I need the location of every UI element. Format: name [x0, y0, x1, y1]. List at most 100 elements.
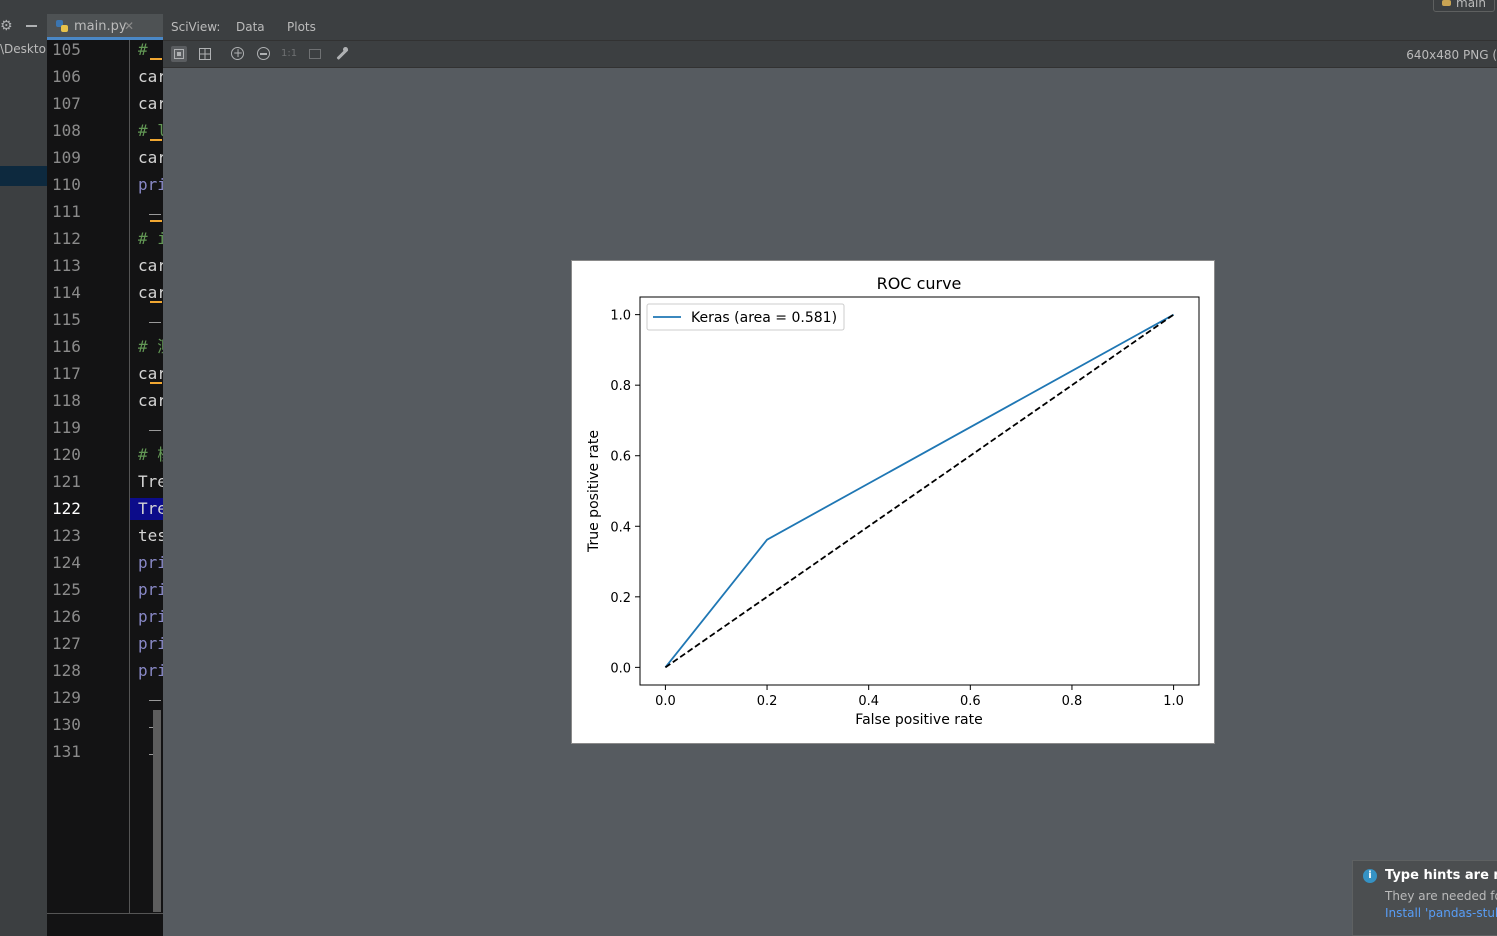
- python-file-icon: [56, 20, 68, 32]
- project-selected-row[interactable]: [0, 166, 47, 186]
- indent-guide: [149, 214, 161, 215]
- sciview-header: SciView: Data Plots: [163, 14, 1497, 40]
- plot-image[interactable]: 0.0 0.2 0.4 0.6 0.8 1.0 0.0 0.2 0.4 0.6 0.8 1.0 ROC…: [571, 260, 1215, 744]
- line-number: 118: [52, 391, 81, 410]
- code-line[interactable]: car: [138, 148, 163, 168]
- line-number: 106: [52, 67, 81, 86]
- line-number: 127: [52, 634, 81, 653]
- change-marker: [150, 220, 162, 222]
- code-line[interactable]: pri: [138, 175, 163, 195]
- top-bar: main: [0, 0, 1497, 15]
- sciview-title: SciView:: [171, 20, 221, 34]
- x-tick-label: 0.2: [757, 694, 778, 709]
- y-tick-label: 0.6: [610, 450, 631, 465]
- code-line[interactable]: car: [138, 256, 163, 276]
- line-number: 117: [52, 364, 81, 383]
- code-line[interactable]: pri: [138, 580, 163, 600]
- line-number: 128: [52, 661, 81, 680]
- project-toolbar: ⚙: [0, 14, 47, 39]
- code-line[interactable]: pri: [138, 607, 163, 627]
- line-number-gutter: 105 106 107 108 109 110 111 112 113 114 115 116 117 1…: [47, 40, 130, 913]
- indent-guide: [149, 700, 161, 701]
- change-marker: [150, 301, 162, 303]
- indent-guide: [149, 322, 161, 323]
- zoom-out-icon[interactable]: [256, 46, 272, 62]
- info-icon: i: [1363, 869, 1377, 883]
- editor-bottom: [47, 913, 163, 936]
- line-number: 115: [52, 310, 81, 329]
- actual-size-icon[interactable]: 1:1: [281, 46, 297, 62]
- code-line[interactable]: pri: [138, 661, 163, 681]
- line-number: 125: [52, 580, 81, 599]
- code-line[interactable]: # i: [138, 229, 163, 249]
- y-tick-label: 0.8: [610, 379, 631, 394]
- editor-scrollbar[interactable]: [153, 710, 161, 912]
- line-number: 121: [52, 472, 81, 491]
- gear-icon[interactable]: ⚙: [0, 19, 13, 33]
- grid-icon[interactable]: [197, 46, 213, 62]
- tab-plots[interactable]: Plots: [287, 20, 316, 34]
- branch-widget[interactable]: main: [1433, 0, 1495, 12]
- roc-chart: 0.0 0.2 0.4 0.6 0.8 1.0 0.0 0.2 0.4 0.6 0.8 1.0 ROC…: [586, 274, 1200, 728]
- x-tick-label: 1.0: [1163, 694, 1184, 709]
- notification-link[interactable]: Install 'pandas-stub: [1385, 906, 1497, 920]
- x-tick-label: 0.6: [960, 694, 981, 709]
- notification-popup[interactable]: i Type hints are not They are needed fo …: [1352, 860, 1497, 936]
- diagonal-reference-line: [664, 313, 1175, 669]
- tab-data[interactable]: Data: [236, 20, 265, 34]
- code-line[interactable]: # l: [138, 121, 163, 141]
- change-marker: [150, 139, 162, 141]
- code-line[interactable]: # 模: [138, 445, 163, 465]
- change-marker: [150, 382, 162, 384]
- code-line[interactable]: pri: [138, 634, 163, 654]
- line-number: 122: [52, 499, 81, 518]
- code-line[interactable]: # 测: [138, 337, 163, 357]
- frame-icon[interactable]: [307, 46, 323, 62]
- x-tick-label: 0.8: [1062, 694, 1083, 709]
- line-number: 116: [52, 337, 81, 356]
- code-line[interactable]: car: [138, 283, 163, 303]
- zoom-in-icon[interactable]: [230, 46, 246, 62]
- hide-icon[interactable]: [26, 19, 38, 31]
- project-path: \Deskto: [0, 42, 46, 56]
- code-editor[interactable]: 105 106 107 108 109 110 111 112 113 114 115 116 117 1…: [47, 40, 163, 936]
- y-tick-label: 1.0: [610, 309, 631, 324]
- code-line[interactable]: car: [138, 94, 163, 114]
- editor-tab-label: main.py: [74, 19, 127, 34]
- line-number: 112: [52, 229, 81, 248]
- line-number: 124: [52, 553, 81, 572]
- y-axis-label: True positive rate: [586, 430, 602, 553]
- notification-body: They are needed fo: [1385, 889, 1497, 903]
- code-line[interactable]: Tre: [138, 499, 163, 519]
- line-number: 114: [52, 283, 81, 302]
- code-line[interactable]: #: [138, 40, 148, 60]
- line-number: 109: [52, 148, 81, 167]
- code-line[interactable]: car: [138, 364, 163, 384]
- line-number: 111: [52, 202, 81, 221]
- editor-tab-main-py[interactable]: main.py ✕: [47, 14, 163, 40]
- sciview-toolbar: 1:1 640x480 PNG (: [163, 40, 1497, 68]
- line-number: 113: [52, 256, 81, 275]
- code-line[interactable]: Tre: [138, 472, 163, 492]
- close-icon[interactable]: ✕: [124, 20, 134, 32]
- line-number: 120: [52, 445, 81, 464]
- image-info: 640x480 PNG (: [1406, 48, 1497, 62]
- code-line[interactable]: car: [138, 67, 163, 87]
- code-line[interactable]: tes: [138, 526, 163, 546]
- chart-title: ROC curve: [877, 274, 962, 293]
- project-panel: ⚙ \Deskto: [0, 14, 47, 936]
- code-line[interactable]: car: [138, 391, 163, 411]
- y-tick-label: 0.4: [610, 520, 631, 535]
- line-number: 105: [52, 40, 81, 59]
- y-tick-label: 0.0: [610, 661, 631, 676]
- code-line[interactable]: pri: [138, 553, 163, 573]
- y-tick-label: 0.2: [610, 591, 631, 606]
- line-number: 131: [52, 742, 81, 761]
- line-number: 107: [52, 94, 81, 113]
- change-marker: [150, 58, 162, 60]
- legend-label: Keras (area = 0.581): [691, 310, 837, 326]
- indent-guide: [149, 430, 161, 431]
- fit-icon[interactable]: [171, 46, 187, 62]
- color-picker-icon[interactable]: [334, 46, 350, 62]
- line-number: 110: [52, 175, 81, 194]
